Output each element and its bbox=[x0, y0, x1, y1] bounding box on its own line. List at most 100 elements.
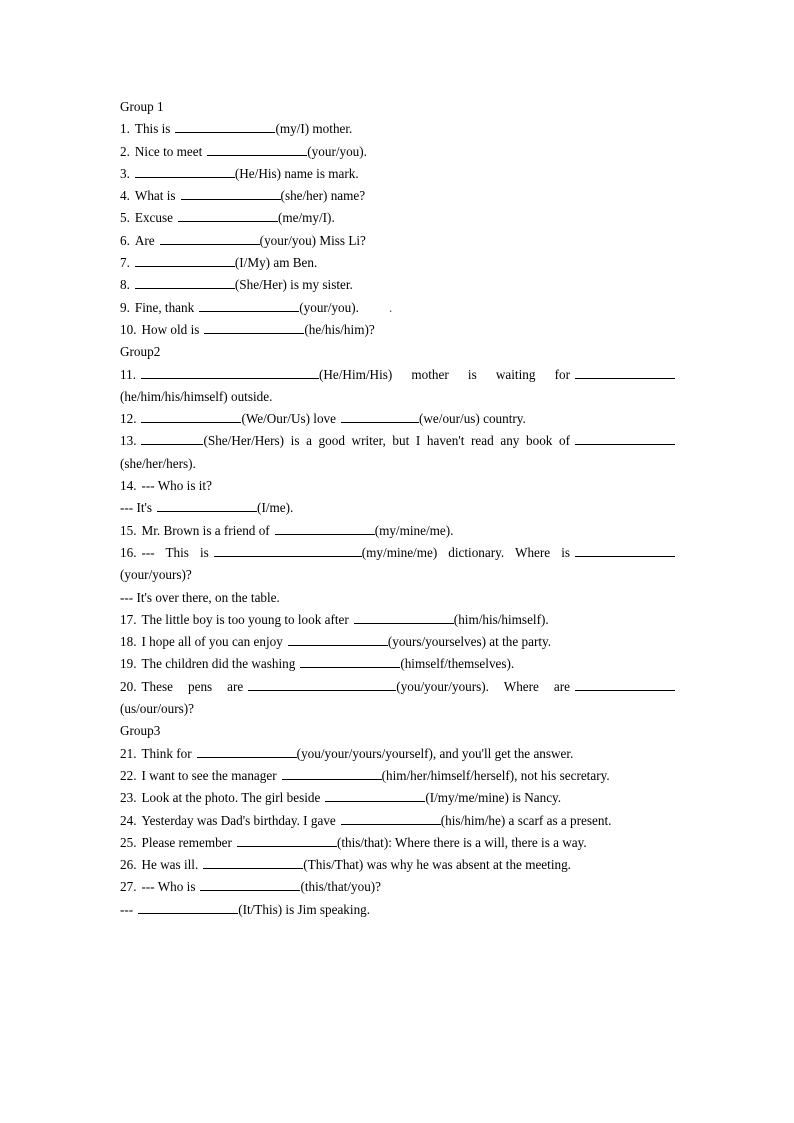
exercise-item: 3. (He/His) name is mark. bbox=[120, 163, 675, 185]
answer-blank[interactable] bbox=[134, 276, 235, 290]
item-text-before: I hope all of you can enjoy bbox=[141, 634, 283, 650]
item-text-before: Excuse bbox=[134, 210, 173, 226]
answer-blank[interactable] bbox=[248, 678, 397, 691]
answer-blank[interactable] bbox=[157, 499, 258, 513]
item-text-before: I want to see the manager bbox=[141, 767, 277, 783]
item-text-before: Nice to meet bbox=[134, 143, 203, 159]
exercise-item: --- (It/This) is Jim speaking. bbox=[120, 899, 675, 921]
exercise-item: 2. Nice to meet (your/you). bbox=[120, 141, 675, 163]
item-text-after: (this/that): Where there is a will, ther… bbox=[336, 834, 587, 850]
answer-blank[interactable] bbox=[287, 633, 388, 647]
item-number: 7. bbox=[120, 255, 130, 271]
answer-blank[interactable] bbox=[204, 321, 305, 334]
answer-blank[interactable] bbox=[175, 120, 276, 134]
answer-blank[interactable] bbox=[207, 142, 308, 156]
item-number: 17. bbox=[120, 611, 137, 627]
item-text-after: (I/My) am Ben. bbox=[234, 255, 318, 271]
item-text-after: (your/you) Miss Li? bbox=[259, 232, 366, 248]
answer-blank[interactable] bbox=[180, 187, 281, 201]
item-text-after: (he/his/him)? bbox=[304, 321, 375, 337]
item-text-after: (my/mine/me) dictionary. Where is bbox=[361, 544, 570, 560]
group-label: Group 1 bbox=[120, 99, 164, 114]
item-text-after: (It/This) is Jim speaking. bbox=[238, 901, 371, 917]
item-number: 1. bbox=[120, 121, 130, 137]
item-number: 19. bbox=[120, 656, 137, 672]
answer-blank[interactable] bbox=[196, 744, 297, 758]
answer-blank[interactable] bbox=[575, 678, 676, 691]
answer-blank[interactable] bbox=[177, 209, 278, 223]
stray-mark: . bbox=[388, 299, 393, 315]
item-number: 27. bbox=[120, 879, 137, 895]
item-text-after: (him/his/himself). bbox=[453, 611, 549, 627]
item-number: 24. bbox=[120, 812, 137, 828]
item-text-after: (your/you). bbox=[299, 299, 359, 315]
answer-blank[interactable] bbox=[353, 611, 454, 624]
item-number: 11. bbox=[120, 366, 136, 382]
answer-blank[interactable] bbox=[341, 410, 420, 424]
item-text-after: (your/you). bbox=[307, 143, 367, 159]
item-number: 5. bbox=[120, 210, 130, 226]
answer-blank[interactable] bbox=[138, 901, 239, 914]
exercise-item: --- It's (I/me). bbox=[120, 497, 675, 519]
answer-blank[interactable] bbox=[199, 299, 300, 312]
answer-blank[interactable] bbox=[281, 767, 382, 780]
item-text-after: (his/him/he) a scarf as a present. bbox=[440, 812, 612, 828]
item-text-after: (He/Him/His) mother is waiting for bbox=[319, 366, 570, 382]
item-number: 8. bbox=[120, 277, 130, 293]
item-text-after: (you/your/yours). Where are bbox=[396, 678, 571, 694]
exercise-item: 12. (We/Our/Us) love (we/our/us) country. bbox=[120, 408, 675, 430]
item-text-before: The children did the washing bbox=[141, 656, 296, 672]
item-number: 3. bbox=[120, 165, 130, 181]
answer-blank[interactable] bbox=[134, 165, 235, 178]
group-label: Group3 bbox=[120, 723, 161, 739]
answer-blank[interactable] bbox=[200, 878, 301, 892]
answer-blank[interactable] bbox=[300, 655, 401, 669]
answer-blank[interactable] bbox=[213, 544, 362, 557]
item-text-after: (she/her) name? bbox=[280, 188, 366, 204]
answer-blank[interactable] bbox=[340, 811, 441, 825]
item-number: 4. bbox=[120, 188, 130, 204]
item-text-before: Please remember bbox=[141, 834, 232, 850]
answer-blank[interactable] bbox=[575, 544, 675, 557]
answer-blank[interactable] bbox=[203, 856, 304, 870]
exercise-item: 4. What is (she/her) name? bbox=[120, 185, 675, 207]
exercise-item: 19. The children did the washing (himself/… bbox=[120, 653, 675, 675]
answer-blank[interactable] bbox=[575, 432, 675, 446]
item-text-after: (himself/themselves). bbox=[400, 656, 515, 672]
exercise-item: 13. (She/Her/Hers) is a good writer, but … bbox=[120, 430, 675, 475]
answer-blank[interactable] bbox=[134, 254, 235, 268]
answer-blank[interactable] bbox=[274, 522, 375, 535]
answer-blank[interactable] bbox=[141, 410, 242, 424]
item-text-before: Look at the photo. The girl beside bbox=[141, 790, 321, 806]
exercise-item: --- It's over there, on the table. bbox=[120, 587, 675, 609]
item-number: 13. bbox=[120, 433, 137, 449]
item-text-after: (yours/yourselves) at the party. bbox=[387, 634, 552, 650]
item-text-after: (He/His) name is mark. bbox=[234, 165, 359, 181]
answer-blank[interactable] bbox=[141, 365, 319, 379]
item-text-after: (my/I) mother. bbox=[275, 121, 353, 137]
item-text-before: --- bbox=[120, 901, 134, 917]
answer-blank[interactable] bbox=[325, 789, 426, 803]
answer-blank[interactable] bbox=[159, 232, 260, 245]
item-number: 25. bbox=[120, 834, 137, 850]
item-number: 23. bbox=[120, 790, 137, 806]
item-text-after: (you/your/yours/yourself), and you'll ge… bbox=[296, 745, 574, 761]
item-text-before: He was ill. bbox=[141, 857, 199, 873]
exercise-item: 15. Mr. Brown is a friend of (my/mine/me). bbox=[120, 520, 675, 542]
exercise-item: 21. Think for (you/your/yours/yourself), a… bbox=[120, 743, 675, 765]
exercise-item: 16. --- This is (my/mine/me) dictionary. W… bbox=[120, 542, 675, 587]
item-text-before: Are bbox=[134, 232, 155, 248]
answer-blank[interactable] bbox=[575, 365, 675, 379]
item-number: 2. bbox=[120, 143, 130, 159]
answer-blank[interactable] bbox=[141, 432, 204, 446]
item-text-before: Fine, thank bbox=[134, 299, 195, 315]
item-text-before: The little boy is too young to look afte… bbox=[141, 611, 349, 627]
item-text-after: (We/Our/Us) love bbox=[241, 411, 337, 427]
item-text-after: (my/mine/me). bbox=[374, 522, 454, 538]
item-text-after: (She/Her) is my sister. bbox=[234, 277, 353, 293]
exercise-item: 11. (He/Him/His) mother is waiting for (he… bbox=[120, 364, 675, 409]
exercise-item: 20. These pens are (you/your/yours). Where… bbox=[120, 676, 676, 721]
answer-blank[interactable] bbox=[236, 834, 337, 847]
item-number: 9. bbox=[120, 299, 130, 315]
item-number: 12. bbox=[120, 411, 137, 427]
